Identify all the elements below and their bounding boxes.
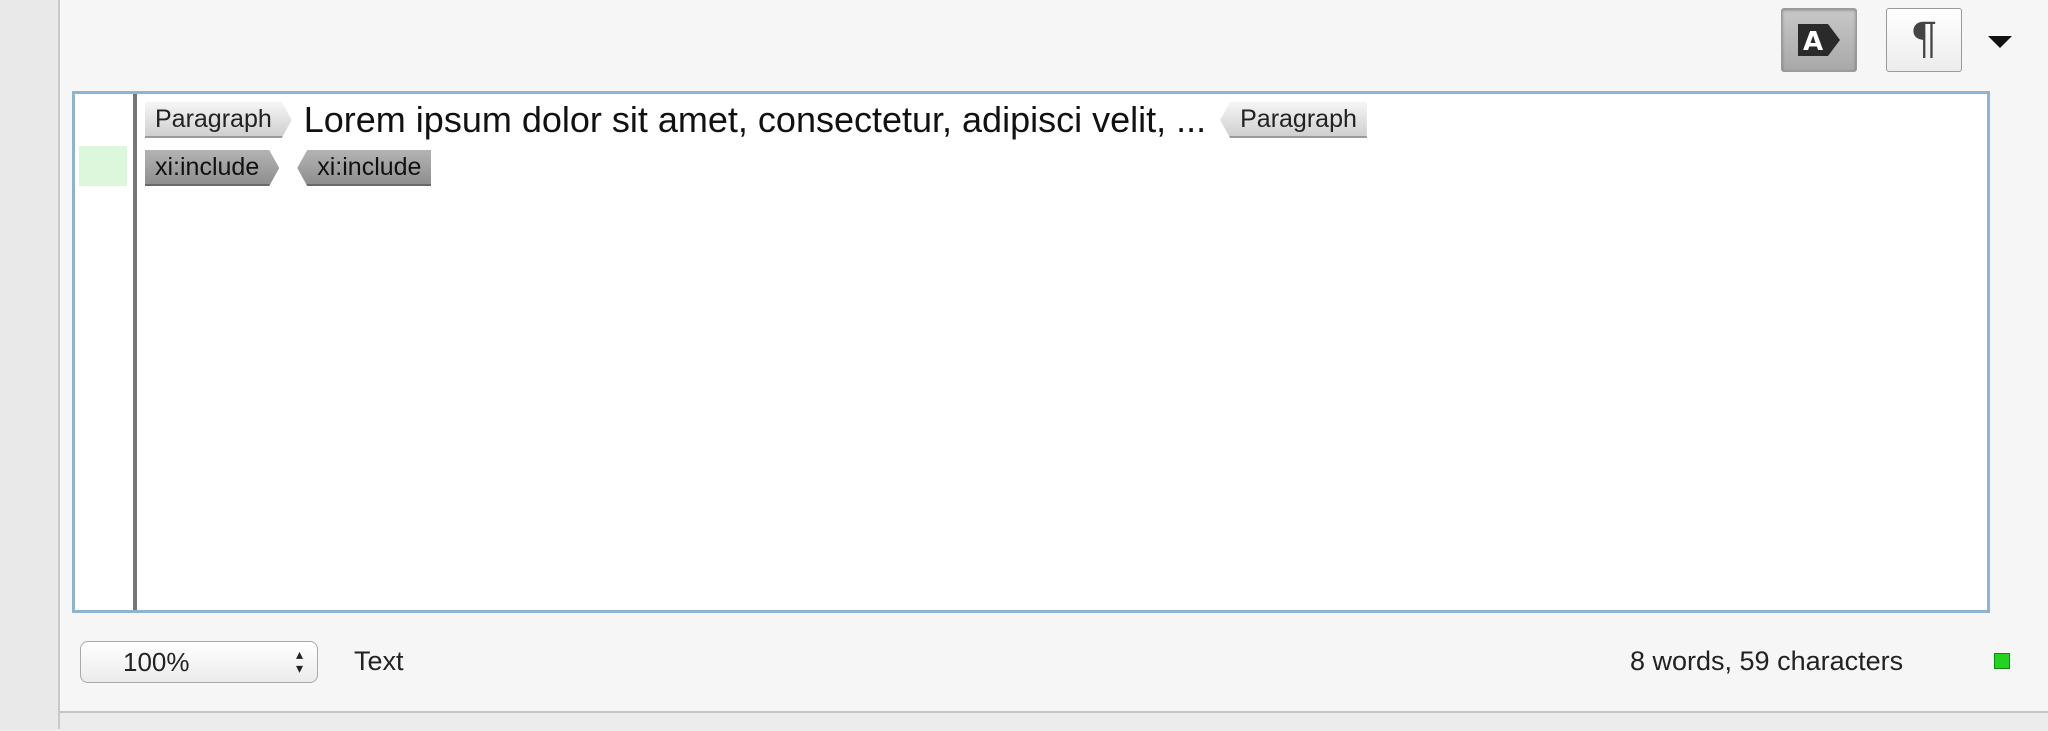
current-line-marker	[79, 146, 127, 186]
bottom-divider	[60, 711, 2048, 731]
paragraph-close-tag[interactable]: Paragraph	[1220, 102, 1367, 138]
document-editor[interactable]: Paragraph Lorem ipsum dolor sit amet, co…	[72, 91, 1990, 613]
show-tags-button[interactable]: A	[1781, 8, 1857, 72]
editor-line[interactable]: Paragraph Lorem ipsum dolor sit amet, co…	[145, 99, 1367, 141]
zoom-select[interactable]: 100% ▴ ▾	[80, 641, 318, 683]
zoom-value: 100%	[123, 647, 190, 677]
paragraph-open-tag[interactable]: Paragraph	[145, 102, 292, 138]
editor-line[interactable]: xi:include xi:include	[145, 148, 432, 188]
pilcrow-icon: ¶	[1910, 14, 1938, 65]
status-indicator	[1994, 653, 2010, 669]
tags-display-icon: A	[1798, 24, 1840, 57]
line-gutter	[75, 94, 137, 610]
up-down-arrows-icon: ▴ ▾	[295, 646, 303, 676]
edit-mode-label: Text	[354, 646, 404, 676]
show-paragraph-marks-button[interactable]: ¶	[1886, 8, 1962, 72]
word-count: 8 words, 59 characters	[1630, 646, 1904, 676]
xinclude-open-tag[interactable]: xi:include	[145, 150, 279, 186]
paragraph-text[interactable]: Lorem ipsum dolor sit amet, consectetur,…	[304, 99, 1206, 141]
svg-text:A: A	[1803, 27, 1823, 57]
left-gutter	[0, 0, 60, 729]
editor-content[interactable]: Paragraph Lorem ipsum dolor sit amet, co…	[145, 94, 1987, 610]
chevron-down-icon[interactable]	[1988, 36, 2012, 48]
xinclude-close-tag[interactable]: xi:include	[297, 150, 432, 186]
